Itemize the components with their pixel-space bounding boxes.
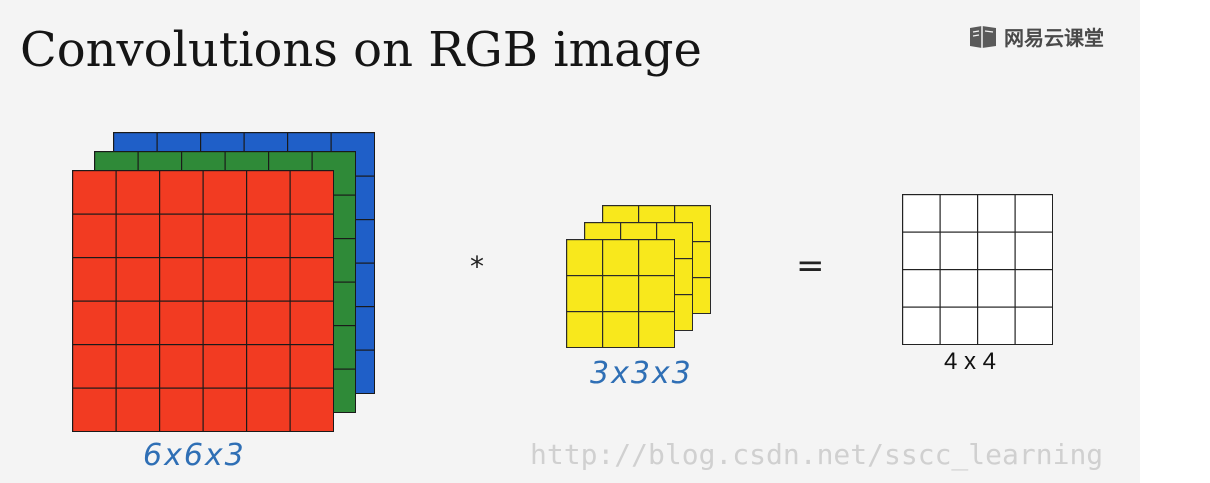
equals-operator: = [796,246,825,286]
input-dimension-label: 6x6x3 [143,438,246,473]
brand-logo: 网易云课堂 [968,22,1104,51]
filter-dimension-label: 3x3x3 [590,356,693,391]
input-red-cell [289,344,335,389]
filter-layer-1-cell [637,239,676,277]
output-dimension-label: 4 x 4 [944,348,997,375]
filter-layer-1-svg [566,239,676,349]
input-red-cell [289,300,335,346]
output-cell [1014,306,1054,346]
output-grid [902,194,1054,350]
input-red-cell [115,256,161,302]
filter-layer-1-cell [601,310,640,349]
convolution-operator: * [470,250,484,283]
input-red-cell [158,170,204,215]
slide-title: Convolutions on RGB image [20,22,702,78]
input-red-cell [289,170,335,215]
input-red-cell [202,256,248,302]
input-red-cell [202,213,248,259]
watermark-url: http://blog.csdn.net/sscc_learning [530,438,1104,471]
output-cell [1014,194,1054,233]
output-cell [902,268,941,308]
output-cell [939,268,979,308]
input-red-cell [246,344,291,389]
output-cell [1014,231,1054,271]
input-red-cell [202,387,248,433]
brand-text: 网易云课堂 [1004,28,1104,50]
filter-layer-1-cell [601,239,640,277]
output-cell [939,231,979,271]
input-red-cell [158,213,204,259]
book-icon [970,25,996,48]
input-red-cell [72,300,117,346]
output-cell [939,306,979,346]
filter-layer-1-cell [566,310,604,349]
filter-layer-1-cell [566,274,604,313]
filter-layer-1-cell [637,310,676,349]
output-cell [976,231,1016,271]
input-red-cell [289,213,335,259]
output-cell [1014,268,1054,308]
input-red-cell [72,387,117,433]
input-red-cell [202,170,248,215]
output-cell [902,306,941,346]
input-red-cell [115,387,161,433]
output-cell [976,268,1016,308]
input-red-cell [72,344,117,389]
input-red-cell [202,344,248,389]
input-red-cell [115,344,161,389]
input-red-cell [246,213,291,259]
input-red-cell [158,344,204,389]
input-red-cell [115,300,161,346]
input-red-cell [202,300,248,346]
input-red-cell [246,256,291,302]
filter-layer-1-cell [637,274,676,313]
input-red-cell [246,387,291,433]
output-cell [902,231,941,271]
input-red-cell [289,387,335,433]
input-red-cell [158,256,204,302]
output-svg [902,194,1054,346]
input-red-cell [246,300,291,346]
input-red-cell [158,387,204,433]
input-red-svg [72,170,335,433]
input-red-cell [115,213,161,259]
filter-layer-1 [566,239,676,353]
output-cell [902,194,941,233]
output-cell [976,194,1016,233]
output-cell [976,306,1016,346]
input-red-cell [289,256,335,302]
input-red-cell [158,300,204,346]
slide: Convolutions on RGB image 网易云课堂 * = 6x6x… [0,0,1140,483]
input-red-cell [72,170,117,215]
input-red-cell [246,170,291,215]
input-red-cell [115,170,161,215]
input-red-cell [72,213,117,259]
input-red-cell [72,256,117,302]
filter-layer-1-cell [566,239,604,277]
output-cell [939,194,979,233]
input-channel-red [72,170,335,437]
filter-layer-1-cell [601,274,640,313]
